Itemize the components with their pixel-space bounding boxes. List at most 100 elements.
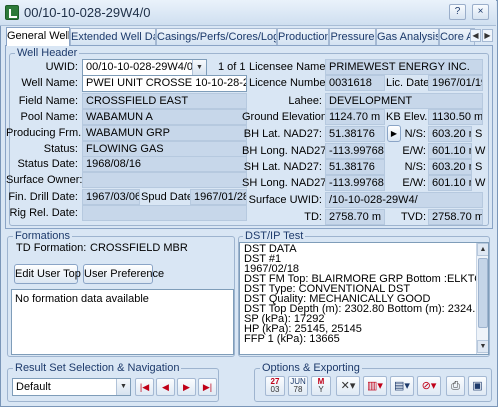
user-preference-button[interactable]: User Preference: [83, 264, 164, 284]
surface-owner-value: [82, 172, 247, 188]
sh-long-label: SH Long. NAD27:: [242, 177, 330, 189]
tvd-label: TVD:: [400, 211, 426, 223]
rig-rel-date-label: Rig Rel. Date:: [9, 207, 78, 219]
spud-date-label: Spud Date:: [141, 191, 197, 203]
licence-number-label: Licence Number:: [249, 77, 333, 89]
print-icon[interactable]: ⎙: [446, 376, 465, 396]
fin-drill-date-value: 1967/03/06: [82, 189, 140, 205]
play-arrow-icon[interactable]: ▶: [387, 125, 401, 142]
save-icon[interactable]: ▣: [468, 376, 487, 396]
tab-general-well[interactable]: General Well: [6, 27, 70, 46]
page-indicator: 1 of 1: [218, 61, 246, 73]
well-header-panel: Well Header UWID: 00/10-10-028-29W4/0 ▼ …: [5, 45, 493, 229]
calendar-day-icon[interactable]: 27 03: [265, 376, 285, 396]
rig-rel-date-value: [82, 205, 247, 221]
tab-scroll-right-icon[interactable]: ▶: [482, 29, 493, 42]
licensee-name-value: PRIMEWEST ENERGY INC.: [325, 59, 483, 75]
chevron-down-icon[interactable]: ▼: [116, 379, 130, 395]
kb-elev-value: 1130.50 m: [428, 109, 483, 125]
licence-number-value: 0031618: [325, 75, 385, 91]
first-record-icon[interactable]: |◀: [135, 378, 154, 396]
producing-frm-value: WABAMUN GRP: [82, 125, 247, 141]
licensee-name-label: Licensee Name:: [249, 61, 329, 73]
report-icon[interactable]: ▤▾: [390, 376, 414, 396]
close-icon[interactable]: ×: [472, 4, 489, 20]
edit-user-top-button[interactable]: Edit User Top: [14, 264, 81, 284]
uwid-value: 00/10-10-028-29W4/0: [86, 61, 194, 73]
ground-elevation-label: Ground Elevation:: [242, 111, 331, 123]
dst-line: FFP 1 (kPa): 13665: [244, 333, 340, 345]
td-label: TD:: [304, 211, 322, 223]
ns-label-2: N/S:: [404, 161, 426, 173]
td-value: 2758.70 m: [325, 209, 385, 225]
ew-label-1: E/W:: [402, 145, 426, 157]
scroll-up-icon[interactable]: ▲: [477, 243, 488, 256]
ew-direction-2: W: [475, 177, 486, 189]
uwid-label: UWID:: [45, 61, 78, 73]
calendar-year-bottom: Y: [318, 385, 324, 394]
ns-direction-1: S: [475, 128, 483, 140]
surface-uwid-value: /10-10-028-29W4/: [325, 192, 483, 208]
bh-long-value: -113.99768: [325, 143, 385, 159]
result-nav-title: Result Set Selection & Navigation: [13, 362, 182, 374]
lahee-value: DEVELOPMENT: [325, 93, 483, 109]
ns-value-1: 603.20 m: [428, 126, 472, 142]
previous-record-icon[interactable]: ◀: [156, 378, 175, 396]
dst-ip-title: DST/IP Test: [243, 230, 306, 242]
tools-icon[interactable]: ✕▾: [336, 376, 360, 396]
tab-strip: General Well Extended Well Data Casings/…: [4, 27, 494, 46]
ns-label-1: N/S:: [404, 128, 426, 140]
result-set-value: Default: [16, 381, 51, 393]
status-value: FLOWING GAS: [82, 141, 247, 157]
td-formation-label: TD Formation:: [16, 242, 87, 254]
sh-lat-value: 51.38176: [325, 159, 385, 175]
options-toolbar: 27 03 JUN 78 M Y ✕▾ ▥▾ ▤▾ ⊘▾ ⎙ ▣: [265, 376, 489, 398]
result-set-select[interactable]: Default ▼: [12, 378, 131, 396]
last-record-icon[interactable]: ▶|: [198, 378, 217, 396]
status-label: Status:: [43, 143, 78, 155]
bh-lat-label: BH Lat. NAD27:: [243, 128, 322, 140]
ns-value-2: 603.20 m: [428, 159, 472, 175]
ew-value-2: 601.10 m: [428, 175, 472, 191]
pool-name-label: Pool Name:: [20, 111, 78, 123]
well-app-icon: [5, 5, 19, 20]
fin-drill-date-label: Fin. Drill Date:: [8, 191, 78, 203]
help-icon[interactable]: ?: [449, 4, 466, 20]
calendar-year-icon[interactable]: M Y: [311, 376, 331, 396]
formations-list[interactable]: No formation data available: [11, 289, 234, 355]
tab-gas-analysis[interactable]: Gas Analysis: [376, 28, 439, 45]
formations-title: Formations: [13, 230, 73, 242]
tvd-value: 2758.70 m: [428, 209, 483, 225]
status-date-value: 1968/08/16: [82, 156, 247, 172]
bh-long-label: BH Long. NAD27:: [242, 145, 330, 157]
title-bar: 00/10-10-028-29W4/0 ? ×: [0, 0, 496, 26]
chart-icon[interactable]: ▥▾: [363, 376, 387, 396]
uwid-select[interactable]: 00/10-10-028-29W4/0 ▼: [82, 59, 207, 76]
tab-extended-well-data[interactable]: Extended Well Data: [70, 28, 156, 45]
ew-direction-1: W: [475, 145, 486, 157]
lic-date-value: 1967/01/19: [428, 75, 483, 91]
tab-casings-perfs-cores-logs[interactable]: Casings/Perfs/Cores/Logs: [156, 28, 277, 45]
chevron-down-icon[interactable]: ▼: [192, 60, 206, 75]
well-name-label: Well Name:: [21, 77, 78, 89]
lahee-label: Lahee:: [288, 95, 322, 107]
well-name-field[interactable]: PWEI UNIT CROSSE 10-10-28-29: [82, 75, 247, 92]
kb-elev-label: KB Elev.:: [386, 111, 431, 123]
field-name-label: Field Name:: [18, 95, 78, 107]
surface-owner-label: Surface Owner:: [6, 174, 83, 186]
export-icon[interactable]: ⊘▾: [417, 376, 441, 396]
calendar-month-icon[interactable]: JUN 78: [288, 376, 308, 396]
next-record-icon[interactable]: ▶: [177, 378, 196, 396]
dst-ip-text[interactable]: DST DATA DST #1 1967/02/18 DST FM Top: B…: [239, 242, 489, 355]
ground-elevation-value: 1124.70 m: [325, 109, 385, 125]
lic-date-label: Lic. Date:: [386, 77, 433, 89]
tab-scroll-left-icon[interactable]: ◀: [470, 29, 481, 42]
sh-lat-label: SH Lat. NAD27:: [243, 161, 322, 173]
producing-frm-label: Producing Frm.:: [6, 127, 85, 139]
tab-pressure[interactable]: Pressure: [329, 28, 376, 45]
surface-uwid-label: Surface UWID:: [248, 194, 322, 206]
dst-scrollbar[interactable]: ▲ ▼: [476, 243, 488, 354]
tab-production[interactable]: Production: [277, 28, 329, 45]
scroll-down-icon[interactable]: ▼: [477, 340, 488, 353]
scroll-thumb[interactable]: [478, 258, 488, 328]
